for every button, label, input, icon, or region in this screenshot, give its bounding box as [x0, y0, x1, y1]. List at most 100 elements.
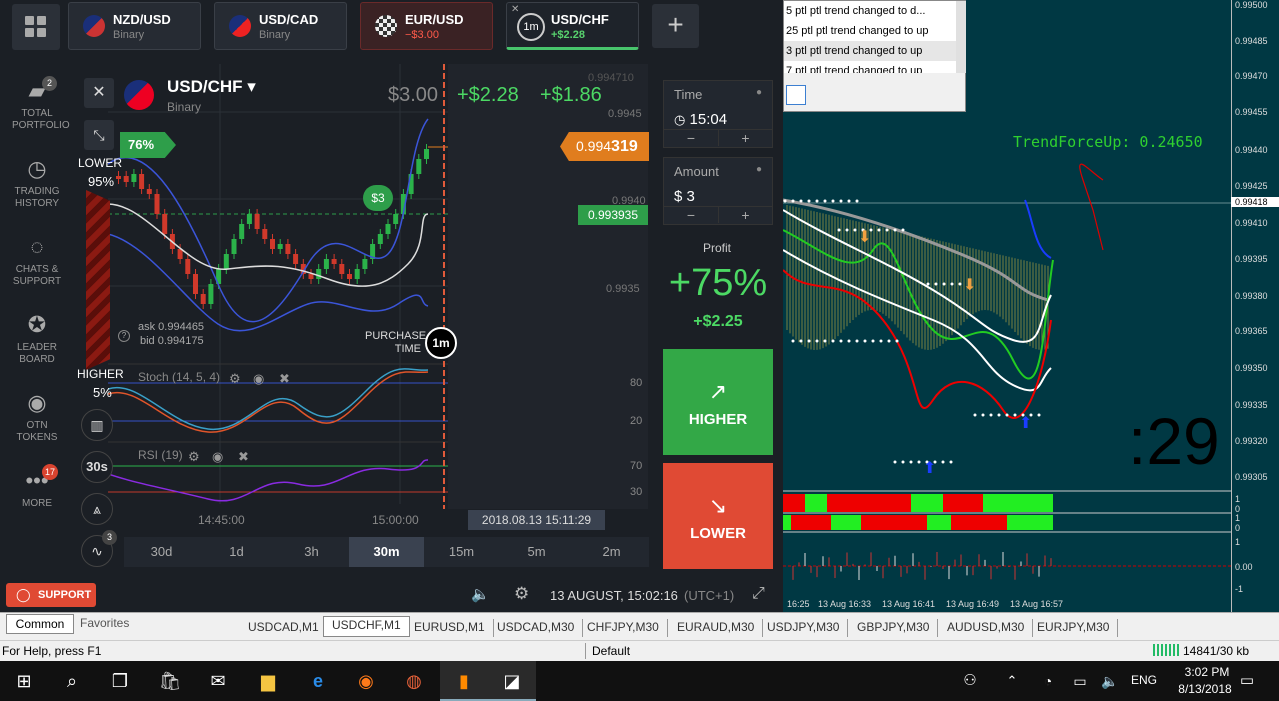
- time-selector[interactable]: Time ● ◷ 15:04 − +: [663, 80, 773, 148]
- help-icon[interactable]: ●: [756, 87, 762, 98]
- timeframe-30d[interactable]: 30d: [124, 537, 199, 567]
- otn-icon: ◉: [27, 390, 47, 415]
- firefox-icon[interactable]: ◉: [342, 661, 390, 701]
- tab-common[interactable]: Common: [6, 614, 74, 634]
- people-icon[interactable]: ⚇: [950, 661, 990, 701]
- search-icon[interactable]: ⌕: [48, 661, 96, 701]
- store-icon[interactable]: 🛍: [146, 661, 194, 701]
- log-scrollbar[interactable]: [956, 1, 966, 73]
- candle-body: [393, 214, 399, 224]
- tab-nzdusd[interactable]: NZD/USD Binary: [68, 2, 201, 50]
- tab-eurusd[interactable]: EUR/USD −$3.00: [360, 2, 493, 50]
- mail-icon[interactable]: ✉: [194, 661, 242, 701]
- support-button[interactable]: ◯ SUPPORT: [6, 583, 96, 607]
- stoch-eye-icon[interactable]: ◉: [253, 371, 264, 387]
- sidebar-label: OTN TOKENS: [16, 420, 58, 443]
- rsi-remove-icon[interactable]: ✖: [238, 449, 249, 465]
- chart-type-button[interactable]: ▥: [81, 409, 113, 441]
- dot-level: [989, 413, 993, 417]
- add-tab-button[interactable]: +: [652, 4, 699, 48]
- tray-chevron-icon[interactable]: ⌃: [998, 661, 1026, 701]
- help-text: For Help, press F1: [2, 644, 102, 658]
- drawing-tool-button[interactable]: ⩓: [81, 493, 113, 525]
- chart-tab[interactable]: EURJPY,M30: [1029, 619, 1119, 637]
- app-icon[interactable]: ◍: [390, 661, 438, 701]
- sidebar-item-chats[interactable]: ◌ CHATS & SUPPORT: [0, 234, 74, 288]
- language-indicator[interactable]: ENG: [1131, 673, 1157, 687]
- timeframe-30m[interactable]: 30m: [349, 537, 424, 567]
- blue-line: [1024, 199, 1052, 259]
- log-list[interactable]: 5 ptl ptl trend changed to d... 25 ptl p…: [784, 1, 956, 73]
- chart-tab[interactable]: CHFJPY,M30: [579, 619, 668, 637]
- profit-amount: +$2.25: [693, 313, 743, 330]
- rsi-settings-icon[interactable]: ⚙: [188, 449, 200, 465]
- sidebar-item-trading-history[interactable]: ◷ TRADING HISTORY: [0, 156, 74, 210]
- chart-tab[interactable]: USDCAD,M1: [240, 619, 328, 637]
- indicators-button[interactable]: ∿ 3: [81, 530, 117, 567]
- chart-tab[interactable]: EURAUD,M30: [669, 619, 764, 637]
- grid-menu-button[interactable]: [12, 4, 60, 50]
- help-icon[interactable]: ●: [756, 164, 762, 175]
- battery-icon[interactable]: ▭: [1066, 661, 1094, 701]
- tab-favorites[interactable]: Favorites: [80, 616, 129, 630]
- stoch-remove-icon[interactable]: ✖: [279, 371, 290, 387]
- stoch-settings-icon[interactable]: ⚙: [229, 371, 241, 387]
- close-tab-icon[interactable]: ✕: [511, 4, 519, 15]
- chart-tab[interactable]: USDCHF,M1: [323, 616, 410, 637]
- chart-tab[interactable]: USDCAD,M30: [489, 619, 584, 637]
- start-button[interactable]: ⊞: [0, 661, 48, 701]
- file-explorer-icon[interactable]: ▆: [244, 661, 292, 701]
- chart-tab[interactable]: EURUSD,M1: [406, 619, 494, 637]
- price-tick: 0.99395: [1235, 254, 1268, 264]
- timeframe-1d[interactable]: 1d: [199, 537, 274, 567]
- fullscreen-icon[interactable]: ⤢: [752, 585, 765, 603]
- candle-body: [239, 224, 245, 239]
- settings-icon[interactable]: ⚙: [514, 584, 529, 604]
- sidebar-item-leaderboard[interactable]: ✪ LEADER BOARD: [0, 312, 74, 366]
- dot-level: [893, 228, 897, 232]
- amount-minus-button[interactable]: −: [664, 207, 718, 223]
- trade-amount-badge[interactable]: $3: [363, 185, 393, 211]
- time-minus-button[interactable]: −: [664, 130, 718, 146]
- higher-button[interactable]: ↗ HIGHER: [663, 349, 773, 455]
- sidebar-item-more[interactable]: ••• 17 MORE: [0, 464, 74, 510]
- dot-level: [823, 339, 827, 343]
- iq-option-icon[interactable]: ▮: [440, 661, 488, 701]
- wifi-icon[interactable]: ◔: [1034, 661, 1062, 701]
- task-view-icon[interactable]: ❐: [96, 661, 144, 701]
- candles-icon: ▥: [90, 417, 104, 433]
- time-plus-button[interactable]: +: [718, 130, 772, 146]
- down-arrow-marker: ⬇: [858, 229, 871, 246]
- metatrader-icon[interactable]: ◪: [488, 661, 536, 701]
- chart-tab[interactable]: AUDUSD,M30: [939, 619, 1034, 637]
- notifications-icon[interactable]: ▭: [1232, 661, 1262, 701]
- volume-icon[interactable]: 🔈: [1096, 661, 1124, 701]
- timeframe-3h[interactable]: 3h: [274, 537, 349, 567]
- dot-level: [885, 228, 889, 232]
- timeframe-2m[interactable]: 2m: [574, 537, 649, 567]
- timeframe-button[interactable]: 30s: [81, 451, 113, 483]
- info-icon[interactable]: ?: [118, 330, 130, 342]
- dot-level: [941, 460, 945, 464]
- candle-body: [208, 284, 214, 304]
- edge-browser-icon[interactable]: e: [294, 661, 342, 701]
- timeframe-5m[interactable]: 5m: [499, 537, 574, 567]
- tab-usdchf[interactable]: ✕ 1m USD/CHF +$2.28: [506, 2, 639, 50]
- chart-tab[interactable]: USDJPY,M30: [759, 619, 849, 637]
- sound-icon[interactable]: 🔈: [471, 585, 490, 603]
- log-button[interactable]: [786, 85, 806, 105]
- amount-plus-button[interactable]: +: [718, 207, 772, 223]
- sidebar-item-otn[interactable]: ◉ OTN TOKENS: [0, 390, 74, 444]
- lower-button[interactable]: ↘ LOWER: [663, 463, 773, 569]
- y-tick-2: 0.9945: [608, 108, 642, 120]
- timeframe-15m[interactable]: 15m: [424, 537, 499, 567]
- rsi-eye-icon[interactable]: ◉: [212, 449, 223, 465]
- amount-selector[interactable]: Amount ● $ 3 − +: [663, 157, 773, 225]
- candle-body: [131, 174, 137, 182]
- amount-value[interactable]: $ 3: [674, 188, 695, 205]
- asset-selector[interactable]: USD/CHF ▾: [167, 77, 256, 97]
- candle-body: [362, 259, 368, 269]
- chart-tab[interactable]: GBPJPY,M30: [849, 619, 939, 637]
- tab-usdcad[interactable]: USD/CAD Binary: [214, 2, 347, 50]
- sidebar-item-portfolio[interactable]: ▰ 2 TOTAL PORTFOLIO: [0, 76, 74, 132]
